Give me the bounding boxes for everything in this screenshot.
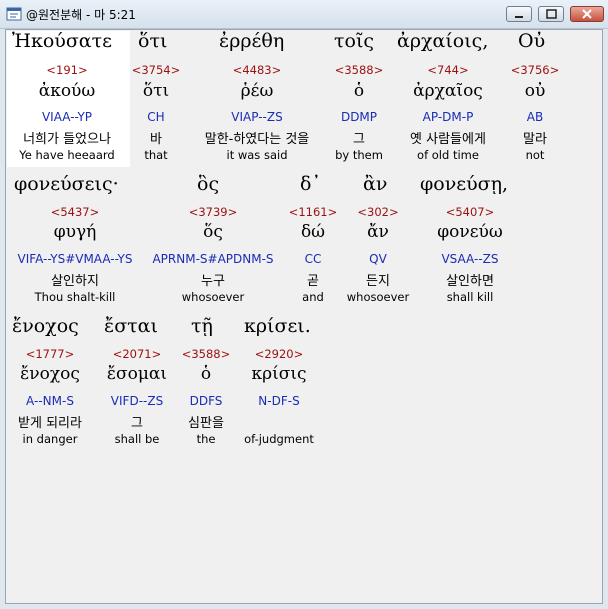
morphology-code: VIFD--ZS — [110, 394, 164, 408]
strong-number[interactable]: <3588> — [328, 63, 390, 77]
strong-number[interactable]: <4483> — [193, 63, 321, 77]
english-gloss: of-judgment — [244, 432, 314, 446]
english-gloss: not — [525, 148, 545, 162]
greek-word[interactable]: ὅτι — [138, 30, 167, 52]
strong-number[interactable]: <3754> — [128, 63, 184, 77]
korean-gloss: 누구 — [201, 274, 225, 289]
title-bar: @원전분해 - 마 5:21 — [0, 0, 608, 29]
minimize-button[interactable] — [506, 6, 532, 22]
lemma: ἄν — [367, 222, 389, 242]
strong-number[interactable]: <1161> — [287, 205, 339, 219]
morphology-code: APRNM-S#APDNM-S — [152, 252, 274, 266]
morphology-code: N-DF-S — [258, 394, 300, 408]
english-gloss: of old time — [417, 148, 479, 162]
morphology-code: DDMP — [340, 110, 378, 124]
morphology-code: A--NM-S — [26, 394, 74, 408]
morphology-code: VIAP--ZS — [231, 110, 283, 124]
english-gloss: Ye have heeaard — [19, 148, 115, 162]
english-gloss: whosoever — [181, 290, 245, 304]
english-gloss: and — [302, 290, 324, 304]
greek-word[interactable]: τῇ — [191, 315, 213, 337]
morphology-code: VSAA--ZS — [441, 252, 499, 266]
strong-number[interactable]: <2920> — [242, 347, 316, 361]
strong-number[interactable]: <191> — [12, 63, 122, 77]
korean-gloss: 옛 사람들에게 — [410, 132, 486, 147]
greek-word[interactable]: φονεύσεις· — [14, 173, 119, 195]
korean-gloss: 그 — [131, 416, 143, 431]
maximize-button[interactable] — [538, 6, 564, 22]
strong-number[interactable]: <2071> — [102, 347, 172, 361]
morphology-code: AP-DM-P — [422, 110, 474, 124]
lemma: οὐ — [524, 81, 546, 101]
english-gloss: whosoever — [346, 290, 410, 304]
maximize-icon — [546, 9, 557, 19]
korean-gloss: 받게 되리라 — [18, 416, 82, 431]
close-icon — [582, 9, 592, 19]
morphology-code: DDFS — [189, 394, 223, 408]
korean-gloss: 살인하면 — [446, 274, 494, 289]
greek-word[interactable]: Οὐ — [518, 30, 545, 52]
close-button[interactable] — [570, 6, 604, 22]
morphology-code: VIAA--YP — [41, 110, 93, 124]
morphology-code: CH — [147, 110, 165, 124]
strong-number[interactable]: <3739> — [148, 205, 278, 219]
greek-word[interactable]: ὃς — [197, 173, 219, 195]
greek-word[interactable]: δ᾽ — [300, 173, 321, 195]
greek-word[interactable]: τοῖς — [334, 30, 374, 52]
strong-number[interactable]: <5437> — [10, 205, 140, 219]
korean-gloss: 말한-하였다는 것을 — [204, 132, 310, 147]
greek-word[interactable]: ἂν — [363, 173, 387, 195]
english-gloss: Thou shalt-kill — [34, 290, 116, 304]
english-gloss: shall kill — [446, 290, 494, 304]
morphology-code: QV — [369, 252, 387, 266]
greek-word[interactable]: φονεύσῃ, — [420, 173, 508, 195]
korean-gloss: 바 — [150, 132, 162, 147]
morphology-code: VIFA--YS#VMAA--YS — [17, 252, 133, 266]
lemma: ῥέω — [240, 81, 274, 101]
greek-word[interactable]: κρίσει. — [244, 315, 311, 337]
strong-number[interactable]: <3756> — [507, 63, 563, 77]
lemma: ὁ — [200, 364, 212, 384]
lemma: ἔνοχος — [20, 364, 80, 384]
greek-word[interactable]: ἔνοχος — [12, 315, 79, 337]
strong-number[interactable]: <744> — [403, 63, 493, 77]
korean-gloss: 곧 — [307, 274, 319, 289]
greek-word[interactable]: ἔσται — [104, 315, 158, 337]
korean-gloss: 말라 — [523, 132, 547, 147]
lemma: δώ — [300, 222, 326, 242]
english-gloss: shall be — [114, 432, 160, 446]
greek-word[interactable]: ἀρχαίοις, — [397, 30, 488, 52]
minimize-icon — [515, 16, 523, 18]
lemma: ἀκούω — [38, 81, 96, 101]
english-gloss: that — [144, 148, 168, 162]
lemma: φυγή — [53, 222, 97, 242]
lemma: φονεύω — [437, 222, 503, 242]
greek-word[interactable]: ἐρρέθη — [219, 30, 284, 52]
korean-gloss: 그 — [353, 132, 365, 147]
english-gloss: by them — [335, 148, 383, 162]
strong-number[interactable]: <3588> — [178, 347, 234, 361]
morphology-code: AB — [526, 110, 544, 124]
lemma: ὁ — [353, 81, 365, 101]
english-gloss: the — [196, 432, 216, 446]
morphology-code: CC — [304, 252, 322, 266]
korean-gloss: 살인하지 — [51, 274, 99, 289]
window-title: @원전분해 - 마 5:21 — [26, 8, 136, 22]
interlinear-view: Ἠκούσατε <191> ἀκούω VIAA--YP 너희가 들었으나 Y… — [5, 29, 603, 604]
english-gloss: in danger — [22, 432, 78, 446]
lemma: ἔσομαι — [106, 364, 168, 384]
app-icon — [6, 7, 22, 21]
lemma: κρίσις — [251, 364, 307, 384]
greek-word[interactable]: Ἠκούσατε — [12, 30, 112, 52]
strong-number[interactable]: <5407> — [425, 205, 515, 219]
korean-gloss: 심판을 — [188, 416, 224, 431]
korean-gloss: 든지 — [366, 274, 390, 289]
english-gloss: it was said — [226, 148, 288, 162]
strong-number[interactable]: <302> — [345, 205, 411, 219]
lemma: ἀρχαῖος — [413, 81, 483, 101]
lemma: ὅτι — [142, 81, 170, 101]
lemma: ὅς — [203, 222, 223, 242]
korean-gloss: 너희가 들었으나 — [23, 132, 111, 147]
strong-number[interactable]: <1777> — [10, 347, 90, 361]
